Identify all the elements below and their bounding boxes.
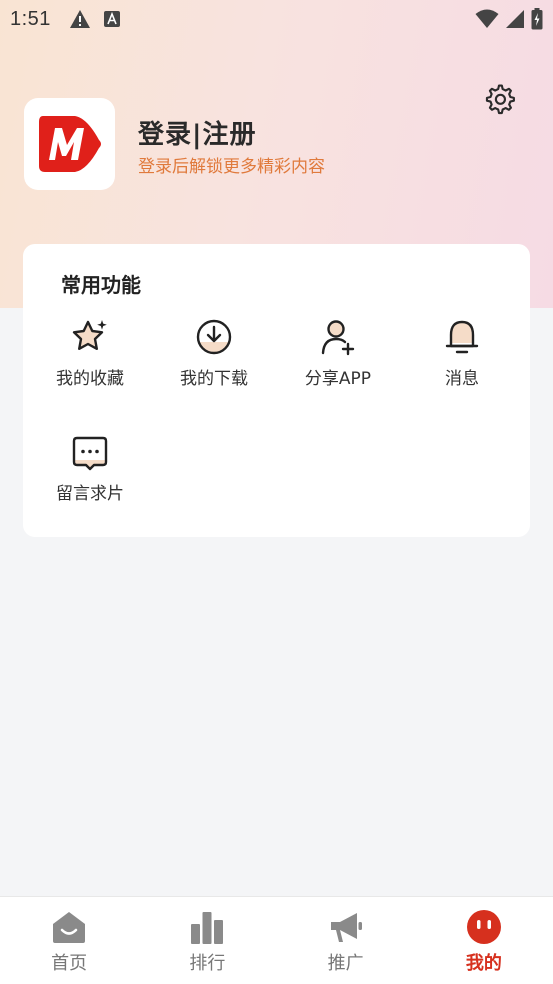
nav-home-label: 首页 (51, 953, 88, 974)
share-app-label: 分享APP (304, 369, 372, 389)
common-functions-card: 常用功能 我的收藏 我的下载 分享APP 消息 留言求片 (23, 244, 530, 537)
favorites-button[interactable]: 我的收藏 (35, 316, 145, 396)
downloads-label: 我的下载 (180, 369, 248, 389)
wifi-icon (475, 9, 499, 28)
add-user-icon (321, 320, 355, 356)
signal-icon (506, 10, 524, 28)
settings-button[interactable] (480, 80, 518, 118)
favorites-label: 我的收藏 (56, 369, 124, 389)
nav-ranking-label: 排行 (189, 953, 226, 974)
bell-icon (445, 320, 479, 354)
nav-mine-label: 我的 (465, 953, 502, 974)
chat-bubble-icon (72, 436, 108, 471)
messages-button[interactable]: 消息 (407, 316, 517, 396)
megaphone-icon (330, 913, 362, 942)
star-icon (72, 320, 107, 350)
share-app-button[interactable]: 分享APP (283, 316, 393, 396)
nav-ranking[interactable]: 排行 (138, 897, 276, 984)
login-register-link[interactable]: 登录|注册 (138, 114, 257, 151)
request-movie-label: 留言求片 (56, 484, 124, 504)
status-bar: 1:51 (0, 0, 553, 38)
gear-icon (485, 84, 515, 115)
login-subtitle: 登录后解锁更多精彩内容 (138, 157, 325, 177)
nav-home[interactable]: 首页 (0, 897, 138, 984)
warning-icon (69, 10, 90, 28)
bottom-nav: 首页 排行 推广 我的 (0, 896, 553, 984)
nav-promote[interactable]: 推广 (277, 897, 415, 984)
nav-promote-label: 推广 (327, 953, 364, 974)
home-icon (53, 912, 86, 943)
status-time: 1:51 (10, 7, 51, 30)
battery-icon (531, 8, 543, 30)
downloads-button[interactable]: 我的下载 (159, 316, 269, 396)
app-logo-icon (38, 116, 101, 172)
bar-chart-icon (191, 912, 224, 944)
font-icon (103, 11, 120, 27)
download-icon (196, 319, 232, 355)
nav-mine[interactable]: 我的 (415, 897, 553, 984)
request-movie-button[interactable]: 留言求片 (35, 431, 145, 511)
messages-label: 消息 (445, 369, 479, 389)
profile-face-icon (466, 910, 501, 944)
app-logo[interactable] (24, 98, 115, 190)
card-title: 常用功能 (61, 273, 141, 297)
